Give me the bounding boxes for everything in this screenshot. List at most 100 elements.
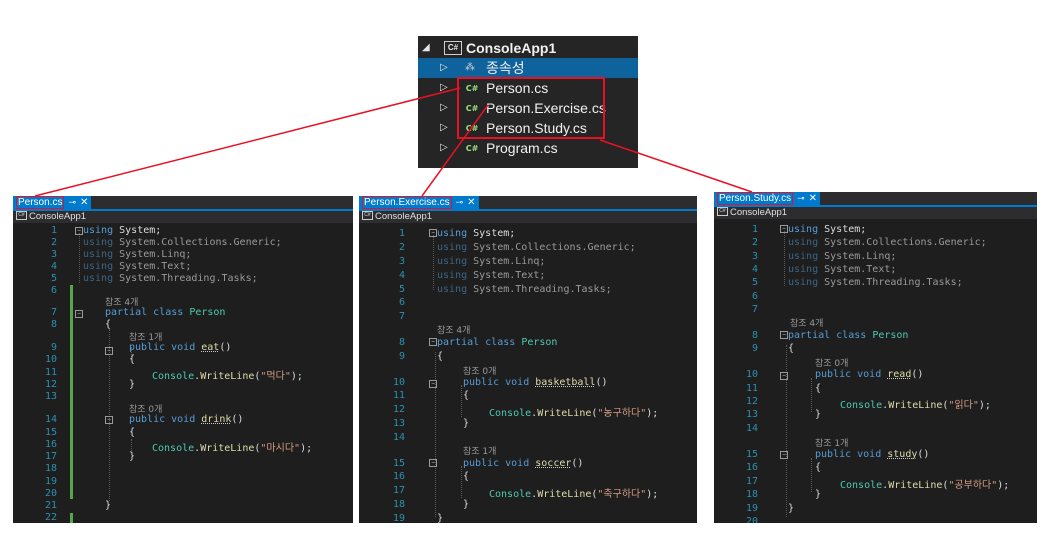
line-number: 10 (44, 354, 57, 365)
csharp-project-icon: C# (16, 210, 27, 220)
line-number: 18 (44, 463, 57, 474)
codelens-references[interactable]: 참조 0개 (815, 356, 848, 369)
fold-icon[interactable]: − (780, 225, 788, 233)
line-number: 15 (392, 458, 405, 469)
codelens-references[interactable]: 참조 0개 (463, 364, 496, 377)
line-number: 6 (751, 291, 758, 302)
fold-icon[interactable]: − (429, 380, 437, 388)
tab-bar: Person.Study.cs ⊸ ✕ (714, 192, 1037, 207)
line-number: 15 (745, 449, 758, 460)
fold-icon[interactable]: − (75, 310, 83, 318)
tab-label: Person.Study.cs (717, 192, 794, 205)
project-label: ConsoleApp1 (730, 207, 788, 218)
close-icon[interactable]: ✕ (467, 197, 475, 208)
line-number: 7 (751, 304, 758, 315)
fold-icon[interactable]: − (105, 416, 113, 424)
line-number: 1 (751, 224, 758, 235)
fold-icon[interactable]: − (429, 338, 437, 346)
line-number: 13 (392, 418, 405, 429)
line-number: 7 (398, 311, 405, 322)
line-number: 11 (392, 390, 405, 401)
fold-icon[interactable]: − (780, 372, 788, 380)
tab-person-exercise-cs[interactable]: Person.Exercise.cs ⊸ ✕ (359, 196, 479, 209)
fold-icon[interactable]: − (429, 459, 437, 467)
project-dropdown[interactable]: C# ConsoleApp1 (714, 206, 1037, 219)
line-number: 14 (44, 414, 57, 425)
line-number: 8 (398, 337, 405, 348)
line-number: 5 (751, 277, 758, 288)
line-number: 7 (50, 307, 57, 318)
fold-icon[interactable]: − (780, 331, 788, 339)
line-number: 13 (44, 391, 57, 402)
editor-person-study: Person.Study.cs ⊸ ✕ C# ConsoleApp1 − − − − … (714, 192, 1037, 523)
line-number: 16 (392, 471, 405, 482)
line-number: 19 (44, 476, 57, 487)
line-number: 9 (751, 343, 758, 354)
tab-person-cs[interactable]: Person.cs ⊸ ✕ (13, 196, 92, 209)
tab-label: Person.Exercise.cs (362, 196, 452, 209)
line-number: 5 (398, 284, 405, 295)
codelens-references[interactable]: 참조 1개 (815, 436, 848, 449)
line-number: 12 (392, 404, 405, 415)
line-number: 10 (745, 369, 758, 380)
line-number: 18 (392, 499, 405, 510)
project-label: ConsoleApp1 (29, 211, 87, 222)
line-number: 18 (745, 489, 758, 500)
line-number: 3 (50, 249, 57, 260)
pin-icon[interactable]: ⊸ (68, 197, 76, 207)
project-label: ConsoleApp1 (375, 211, 433, 222)
connector-line (34, 87, 461, 197)
line-number: 17 (745, 476, 758, 487)
fold-icon[interactable]: − (75, 227, 83, 235)
line-number: 10 (392, 377, 405, 388)
line-number: 2 (751, 237, 758, 248)
line-number: 6 (398, 297, 405, 308)
tab-label: Person.cs (16, 196, 65, 209)
fold-icon[interactable]: − (780, 451, 788, 459)
line-number: 16 (745, 462, 758, 473)
line-number: 14 (745, 423, 758, 434)
fold-icon[interactable]: − (105, 347, 113, 355)
tab-bar: Person.cs ⊸ ✕ (13, 196, 353, 211)
fold-icon[interactable]: − (429, 229, 437, 237)
line-number: 6 (50, 285, 57, 296)
editor-person: Person.cs ⊸ ✕ C# ConsoleApp1 − − − − 1 2 3 … (13, 196, 353, 523)
line-number: 8 (751, 330, 758, 341)
line-number: 21 (44, 500, 57, 511)
change-bar (70, 513, 73, 523)
line-number: 4 (751, 264, 758, 275)
line-number: 11 (745, 383, 758, 394)
line-number: 1 (398, 228, 405, 239)
codelens-references[interactable]: 참조 4개 (790, 316, 823, 329)
line-number: 2 (398, 242, 405, 253)
csharp-project-icon: C# (717, 206, 728, 216)
line-number: 17 (392, 485, 405, 496)
line-number: 20 (44, 488, 57, 499)
line-number: 9 (398, 351, 405, 362)
line-number: 3 (751, 251, 758, 262)
line-number: 22 (44, 512, 57, 523)
csharp-project-icon: C# (362, 210, 373, 220)
line-number: 8 (50, 319, 57, 330)
line-number: 14 (392, 432, 405, 443)
line-number: 9 (50, 342, 57, 353)
close-icon[interactable]: ✕ (809, 193, 817, 204)
connector-line (421, 104, 489, 197)
project-dropdown[interactable]: C# ConsoleApp1 (13, 210, 353, 223)
line-number: 17 (44, 451, 57, 462)
line-number: 15 (44, 427, 57, 438)
tab-person-study-cs[interactable]: Person.Study.cs ⊸ ✕ (714, 192, 821, 205)
line-number: 20 (745, 516, 758, 523)
line-number: 19 (392, 513, 405, 523)
pin-icon[interactable]: ⊸ (797, 193, 805, 203)
close-icon[interactable]: ✕ (80, 197, 88, 208)
connector-line (599, 139, 753, 193)
line-number: 13 (745, 409, 758, 420)
line-number: 16 (44, 439, 57, 450)
codelens-references[interactable]: 참조 1개 (463, 444, 496, 457)
pin-icon[interactable]: ⊸ (456, 197, 464, 207)
project-dropdown[interactable]: C# ConsoleApp1 (359, 210, 697, 223)
codelens-references[interactable]: 참조 4개 (437, 323, 470, 336)
line-number: 4 (50, 261, 57, 272)
line-number: 12 (44, 379, 57, 390)
